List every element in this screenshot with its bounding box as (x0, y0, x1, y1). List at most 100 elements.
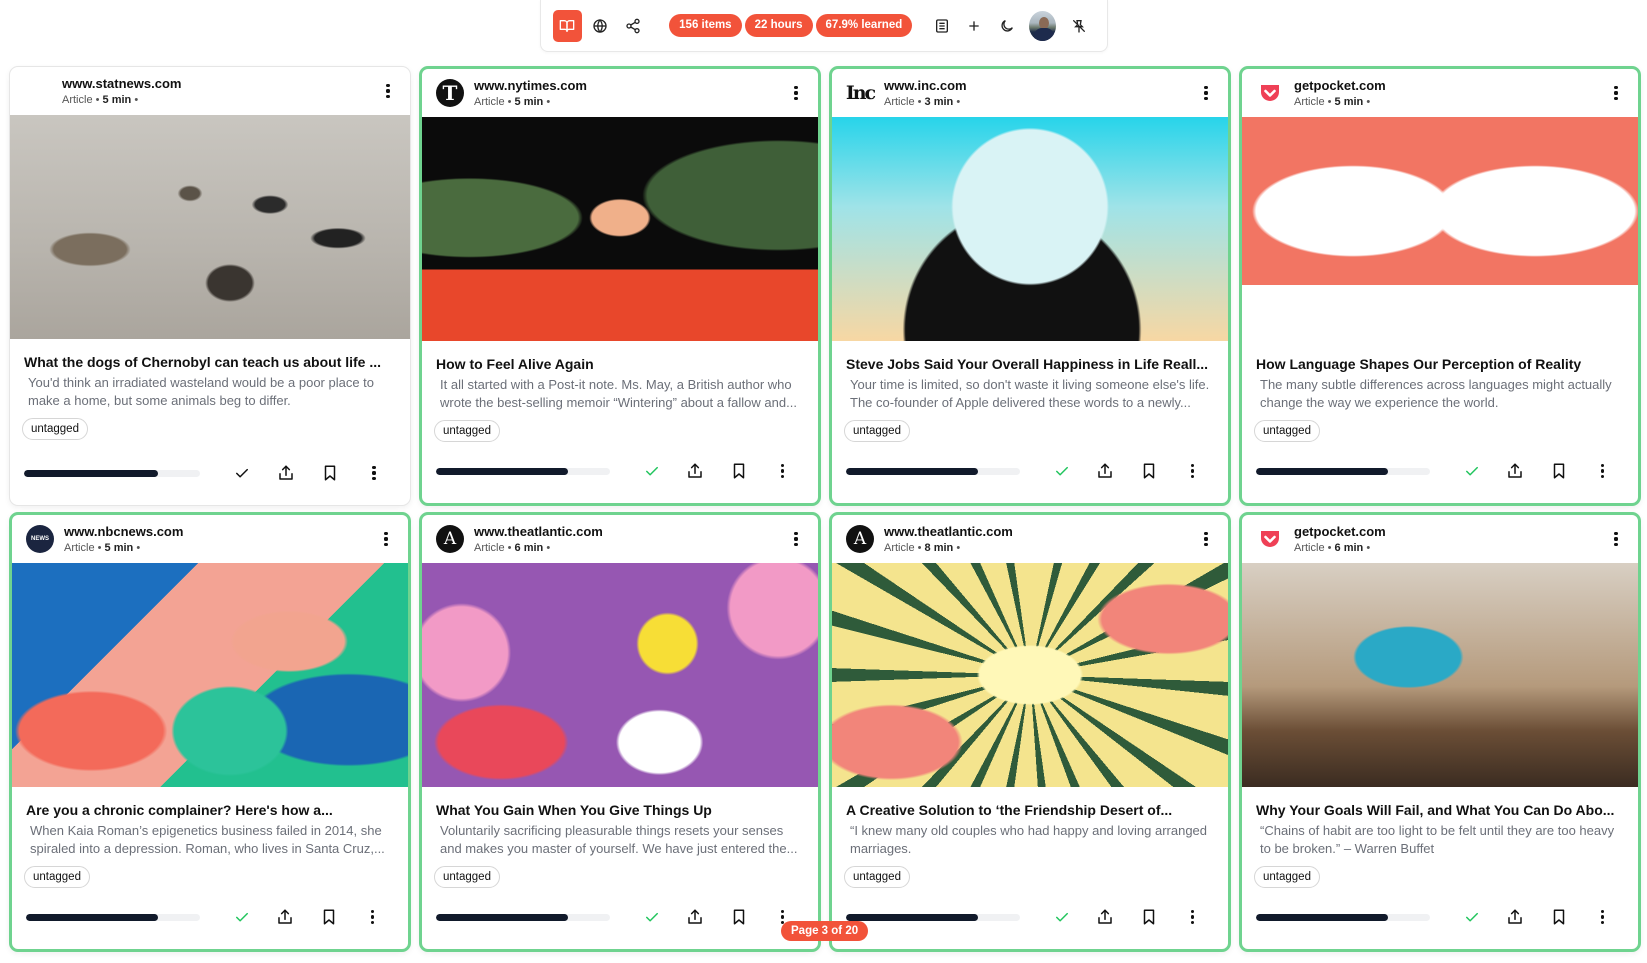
bookmark-button[interactable] (717, 459, 761, 483)
article-card-2[interactable]: T www.nytimes.com Article • 5 min • How … (419, 66, 821, 506)
article-title[interactable]: A Creative Solution to ‘the Friendship D… (832, 801, 1228, 819)
share-article-button[interactable] (264, 905, 308, 929)
article-description: You'd think an irradiated wasteland woul… (28, 375, 375, 408)
more-options-button[interactable] (761, 459, 805, 483)
article-title[interactable]: Are you a chronic complainer? Here's how… (12, 801, 408, 819)
pin-off-icon (1072, 19, 1085, 33)
statnews-logo (24, 77, 52, 105)
article-card-4[interactable]: getpocket.com Article • 5 min • How Lang… (1239, 66, 1641, 506)
mark-read-button[interactable] (1450, 905, 1494, 929)
article-card-7[interactable]: A www.theatlantic.com Article • 8 min • … (829, 512, 1231, 952)
bookmark-button[interactable] (1127, 459, 1171, 483)
bookmark-button[interactable] (1537, 459, 1581, 483)
card-menu-button[interactable] (786, 527, 806, 551)
tag-chip[interactable]: untagged (1254, 420, 1320, 442)
profile-avatar[interactable] (1029, 10, 1057, 41)
article-title[interactable]: What You Gain When You Give Things Up (422, 801, 818, 819)
card-menu-button[interactable] (786, 81, 806, 105)
reading-progress-fill (26, 913, 159, 921)
card-actions (832, 905, 1228, 929)
share-article-button[interactable] (1494, 905, 1538, 929)
article-thumbnail[interactable] (422, 117, 818, 341)
article-card-6[interactable]: A www.theatlantic.com Article • 6 min • … (419, 512, 821, 952)
article-title[interactable]: Steve Jobs Said Your Overall Happiness i… (832, 355, 1228, 373)
bookmark-button[interactable] (717, 905, 761, 929)
tag-chip[interactable]: untagged (1254, 866, 1320, 888)
article-thumbnail[interactable] (832, 563, 1228, 787)
article-title[interactable]: Why Your Goals Will Fail, and What You C… (1242, 801, 1638, 819)
more-options-button[interactable] (1581, 905, 1625, 929)
card-menu-button[interactable] (1196, 81, 1216, 105)
more-options-button[interactable] (1581, 459, 1625, 483)
mark-read-button[interactable] (1040, 905, 1084, 929)
tag-chip[interactable]: untagged (844, 420, 910, 442)
bookmark-button[interactable] (1537, 905, 1581, 929)
article-card-5[interactable]: NEWS www.nbcnews.com Article • 5 min • A… (9, 512, 411, 952)
article-thumbnail[interactable] (1242, 563, 1638, 787)
tag-chip[interactable]: untagged (434, 420, 500, 442)
mark-read-button[interactable] (630, 459, 674, 483)
list-view-button[interactable] (927, 10, 956, 42)
bookmark-button[interactable] (308, 461, 352, 485)
tag-chip[interactable]: untagged (22, 418, 88, 440)
article-thumbnail[interactable] (832, 117, 1228, 341)
check-icon (645, 466, 658, 476)
card-actions (1242, 905, 1638, 929)
book-open-icon (560, 19, 575, 32)
card-menu-button[interactable] (378, 79, 398, 103)
tag-chip[interactable]: untagged (434, 866, 500, 888)
article-title[interactable]: What the dogs of Chernobyl can teach us … (10, 353, 410, 371)
card-meta: www.inc.com Article • 3 min • (884, 78, 1196, 109)
article-title[interactable]: How to Feel Alive Again (422, 355, 818, 373)
reader-mode-button[interactable] (553, 9, 582, 42)
share-article-button[interactable] (1084, 459, 1128, 483)
mark-read-button[interactable] (220, 461, 264, 485)
share-article-button[interactable] (1494, 459, 1538, 483)
article-title[interactable]: How Language Shapes Our Perception of Re… (1242, 355, 1638, 373)
bookmark-button[interactable] (1127, 905, 1171, 929)
web-button[interactable] (586, 10, 615, 42)
bookmark-icon (1143, 463, 1154, 479)
article-thumbnail[interactable] (12, 563, 408, 787)
share-article-button[interactable] (674, 905, 718, 929)
card-menu-button[interactable] (1606, 527, 1626, 551)
article-type: Article (474, 541, 505, 554)
card-menu-button[interactable] (1196, 527, 1216, 551)
mark-read-button[interactable] (220, 905, 264, 929)
more-options-button[interactable] (1171, 459, 1215, 483)
tag-chip[interactable]: untagged (844, 866, 910, 888)
share-button[interactable] (618, 10, 647, 42)
dark-mode-button[interactable] (993, 10, 1022, 42)
article-thumbnail[interactable] (422, 563, 818, 787)
reading-progress-bar (436, 467, 610, 475)
card-menu-button[interactable] (1606, 81, 1626, 105)
article-description: “I knew many old couples who had happy a… (850, 823, 1208, 856)
pagination-badge: Page 3 of 20 (781, 921, 869, 941)
article-card-8[interactable]: getpocket.com Article • 6 min • Why Your… (1239, 512, 1641, 952)
site-domain: getpocket.com (1294, 523, 1386, 539)
reading-progress-bar (26, 913, 200, 921)
article-card-1[interactable]: www.statnews.com Article • 5 min • What … (9, 66, 411, 506)
mark-read-button[interactable] (1450, 459, 1494, 483)
card-menu-button[interactable] (376, 527, 396, 551)
more-options-button[interactable] (351, 905, 395, 929)
article-thumbnail[interactable] (10, 115, 410, 339)
article-card-3[interactable]: Inc www.inc.com Article • 3 min • Steve … (829, 66, 1231, 506)
bookmark-button[interactable] (307, 905, 351, 929)
article-thumbnail[interactable] (1242, 117, 1638, 341)
reading-progress-fill (436, 913, 569, 921)
more-vertical-icon (1592, 459, 1612, 483)
tag-chip[interactable]: untagged (24, 866, 90, 888)
read-time: 5 min (102, 93, 132, 106)
share-article-button[interactable] (674, 459, 718, 483)
pocket-logo (1256, 79, 1284, 107)
add-button[interactable] (960, 10, 989, 42)
share-article-button[interactable] (264, 461, 308, 485)
share-article-button[interactable] (1084, 905, 1128, 929)
more-options-button[interactable] (1171, 905, 1215, 929)
unpin-button[interactable] (1064, 10, 1093, 42)
mark-read-button[interactable] (1040, 459, 1084, 483)
mark-read-button[interactable] (630, 905, 674, 929)
more-options-button[interactable] (352, 461, 396, 485)
article-type: Article (884, 95, 915, 108)
